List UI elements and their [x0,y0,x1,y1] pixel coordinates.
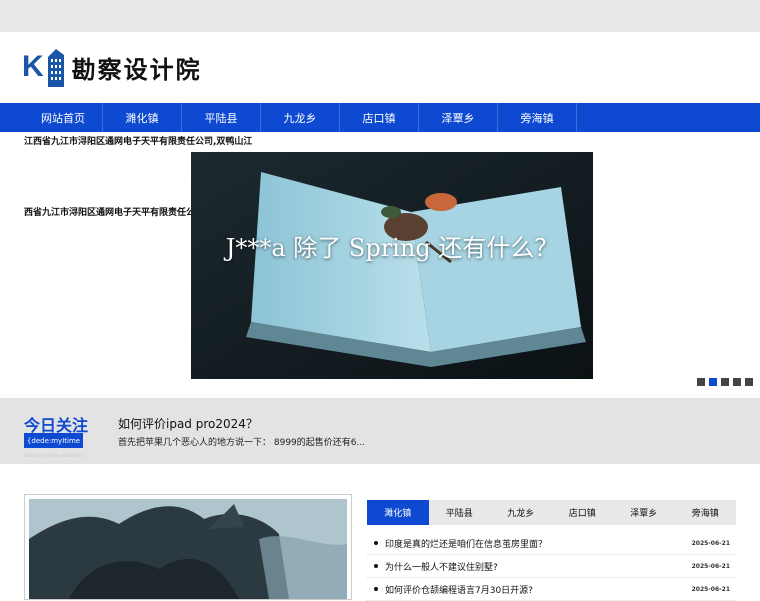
list-item[interactable]: 如何评价仓颉编程语言7月30日开源? 2025-06-21 [367,578,736,601]
feature-image-card[interactable] [24,494,352,600]
list-item[interactable]: 为什么一般人不建议住别墅? 2025-06-21 [367,555,736,578]
tab-5[interactable]: 旁海镇 [675,500,737,525]
nav-item-2[interactable]: 平陆县 [182,103,261,132]
book-image [191,152,593,379]
tab-3[interactable]: 店口镇 [552,500,614,525]
news-title[interactable]: 为什么一般人不建议住别墅? [385,560,692,573]
bullet-icon [374,587,378,591]
news-list: 印度是真的烂还是咱们在信息茧房里面？ 2025-06-21 为什么一般人不建议住… [367,532,736,601]
banner-caption: J***a 除了 Spring 还有什么？ [225,234,559,262]
top-bar [0,0,760,32]
nav-item-5[interactable]: 泽覃乡 [419,103,498,132]
category-tabs: 濉化镇 平陆县 九龙乡 店口镇 泽覃乡 旁海镇 [367,500,736,525]
logo-letter: K [22,50,44,83]
banner-slide[interactable]: J***a 除了 Spring 还有什么？ [191,152,593,379]
slider-dot[interactable] [721,378,729,386]
nav-item-4[interactable]: 店口镇 [340,103,419,132]
tab-2[interactable]: 九龙乡 [490,500,552,525]
slider-dots [697,378,753,386]
tab-4[interactable]: 泽覃乡 [613,500,675,525]
news-date: 2025-06-21 [691,539,730,547]
today-tiny-text: dede:myItime.addtime/} [24,453,86,459]
news-title[interactable]: 印度是真的烂还是咱们在信息茧房里面？ [385,537,692,550]
nav-item-6[interactable]: 旁海镇 [498,103,577,132]
slider-dot[interactable] [745,378,753,386]
today-summary: 首先把苹果几个恶心人的地方说一下： 8999的起售价还有6... [118,438,366,448]
side-link-2[interactable]: 西省九江市浔阳区通网电子天平有限责任公司 [24,205,204,218]
list-item[interactable]: 印度是真的烂还是咱们在信息茧房里面？ 2025-06-21 [367,532,736,555]
today-headline[interactable]: 如何评价ipad pro2024？ [118,415,258,432]
tab-1[interactable]: 平陆县 [429,500,491,525]
building-icon [47,49,64,87]
bullet-icon [374,541,378,545]
today-focus-band: 今日关注 {dede:myItime dede:myItime.addtime/… [0,398,760,464]
side-link-1[interactable]: 江西省九江市浔阳区通网电子天平有限责任公司,双鸭山江 [24,134,252,147]
bullet-icon [374,564,378,568]
news-title[interactable]: 如何评价仓颉编程语言7月30日开源? [385,583,692,596]
tab-0[interactable]: 濉化镇 [367,500,429,525]
slider-dot[interactable] [697,378,705,386]
news-date: 2025-06-21 [691,585,730,593]
nav-item-home[interactable]: 网站首页 [24,103,103,132]
today-tag[interactable]: {dede:myItime [24,433,83,448]
slider-dot[interactable] [733,378,741,386]
news-date: 2025-06-21 [691,562,730,570]
nav-item-1[interactable]: 濉化镇 [103,103,182,132]
nav-item-3[interactable]: 九龙乡 [261,103,340,132]
main-nav: 网站首页 濉化镇 平陆县 九龙乡 店口镇 泽覃乡 旁海镇 [0,103,760,132]
slider-dot-active[interactable] [709,378,717,386]
dragon-image [29,499,347,599]
site-logo[interactable]: K 勘察设计院 [22,44,202,90]
site-name: 勘察设计院 [71,54,202,84]
